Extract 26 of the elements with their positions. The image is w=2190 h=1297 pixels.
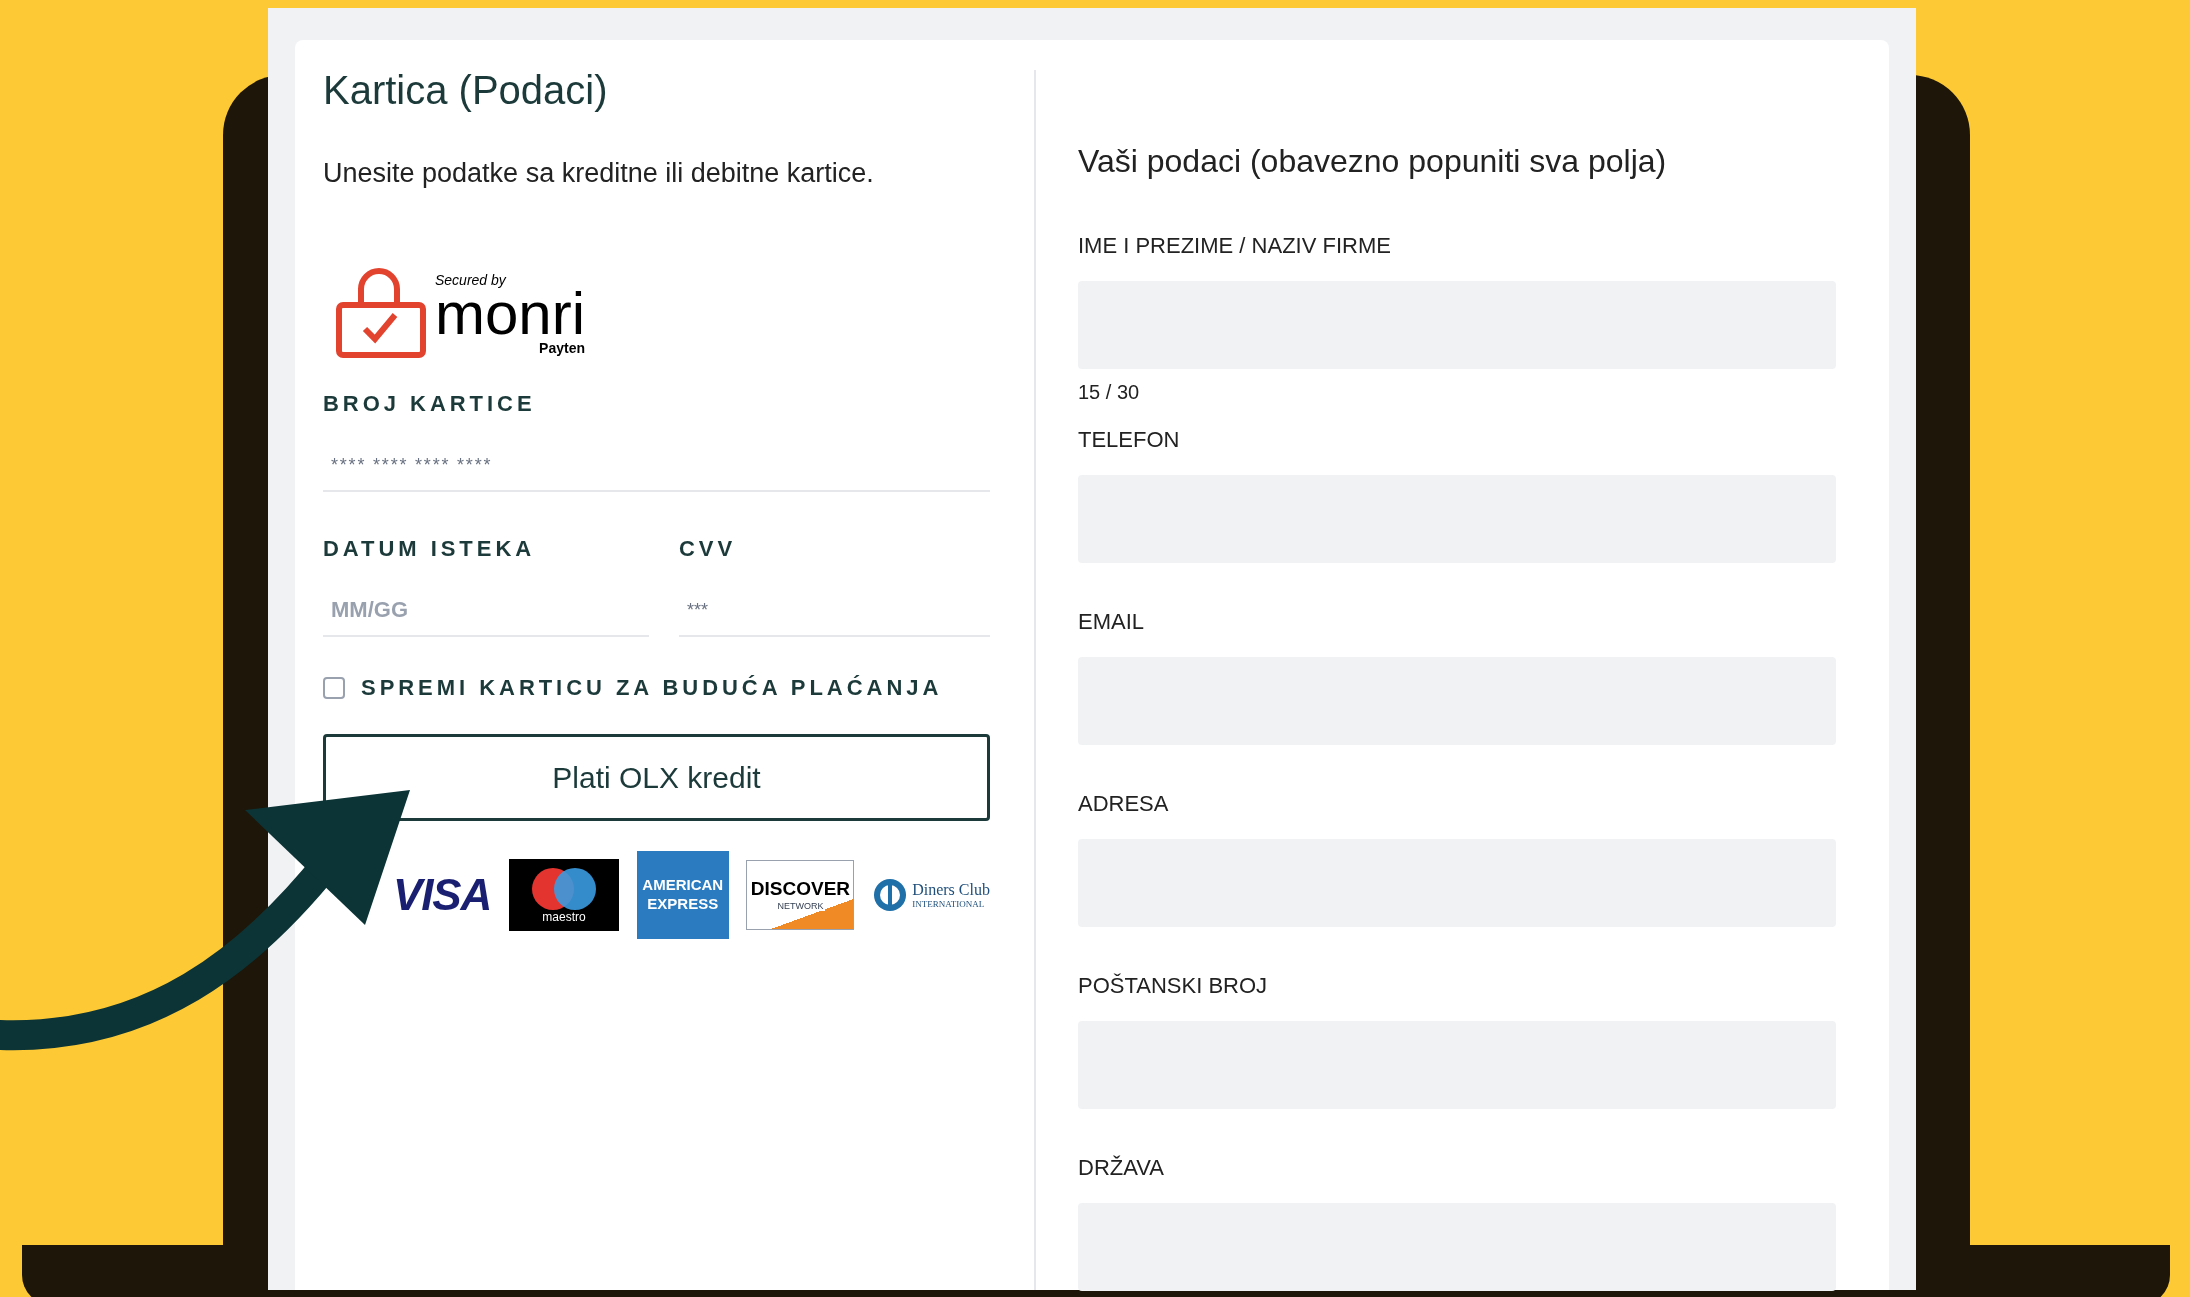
american-express-logo: AMERICAN EXPRESS	[636, 851, 729, 939]
field-label: DATUM ISTEKA	[323, 535, 537, 563]
monri-secure-logo: Secured by monri Payten	[335, 267, 586, 359]
cvv-field[interactable]: ***	[679, 585, 990, 637]
expiry-field[interactable]: MM/GG	[323, 585, 649, 637]
pay-button[interactable]: Plati OLX kredit	[323, 734, 990, 821]
field-label: IME I PREZIME / NAZIV FIRME	[1078, 235, 1392, 257]
field-label: ADRESA	[1078, 793, 1170, 815]
field-label: POŠTANSKI BROJ	[1078, 975, 1269, 997]
discover-logo: DISCOVER NETWORK	[746, 860, 855, 930]
field-label: TELEFON	[1078, 429, 1181, 451]
field-label: EMAIL	[1078, 611, 1146, 633]
card-subtitle: Unesite podatke sa kreditne ili debitne kartice.	[323, 160, 875, 187]
field-label: CVV	[679, 535, 738, 563]
text-field[interactable]	[1078, 1203, 1836, 1291]
details-title: Vaši podaci (obavezno popuniti sva polja)	[1078, 145, 1668, 177]
character-counter: 15 / 30	[1078, 380, 1141, 405]
diners-club-logo: Diners Club INTERNATIONAL	[872, 877, 990, 913]
maestro-logo: maestro	[509, 859, 619, 931]
field-label: DRŽAVA	[1078, 1157, 1165, 1179]
save-card-label: SPREMI KARTICU ZA BUDUĆA PLAĆANJA	[361, 674, 943, 702]
visa-logo: VISA	[393, 873, 492, 917]
field-label: BROJ KARTICE	[323, 390, 537, 418]
card-number-field[interactable]: **** **** **** ****	[323, 440, 990, 492]
card-title: Kartica (Podaci)	[323, 70, 609, 110]
save-card-checkbox[interactable]	[323, 677, 345, 699]
